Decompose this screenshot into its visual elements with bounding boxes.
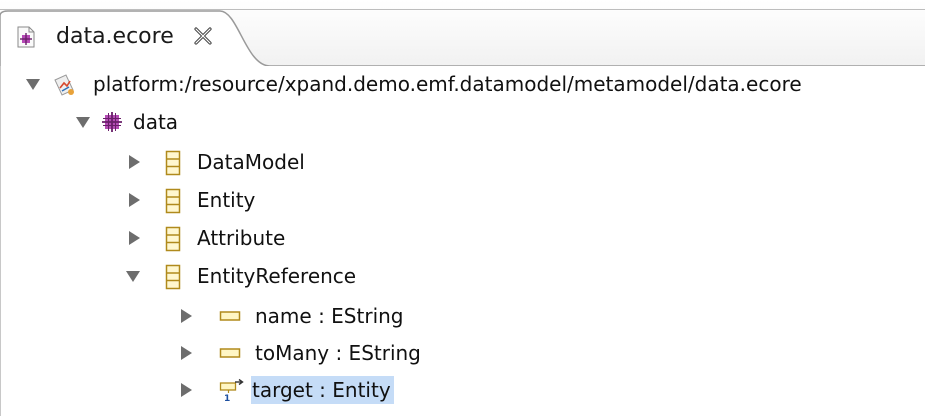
class-label[interactable]: EntityReference <box>197 262 356 290</box>
eattribute-icon <box>219 348 241 358</box>
svg-text:1: 1 <box>224 394 230 404</box>
class-label[interactable]: Attribute <box>197 224 285 252</box>
collapsed-arrow-icon[interactable] <box>126 192 142 208</box>
ecore-editor: data.ecore platform:/resource/xpand.demo… <box>0 0 925 416</box>
resource-icon <box>54 74 74 96</box>
tree-row-package[interactable]: data <box>1 104 925 140</box>
tab-data-ecore[interactable]: data.ecore <box>0 12 256 64</box>
resource-label[interactable]: platform:/resource/xpand.demo.emf.datamo… <box>93 70 802 98</box>
expanded-arrow-icon[interactable] <box>25 76 41 92</box>
ecore-file-icon <box>17 26 35 48</box>
expanded-arrow-icon[interactable] <box>75 114 91 130</box>
collapsed-arrow-icon[interactable] <box>178 345 194 361</box>
tree-row-class[interactable]: Entity <box>1 182 925 218</box>
close-icon[interactable] <box>192 25 214 47</box>
tree-row-feature[interactable]: name : EString <box>1 298 925 334</box>
model-tree: platform:/resource/xpand.demo.emf.datamo… <box>0 66 925 416</box>
ereference-icon: 1 <box>219 378 244 404</box>
class-label[interactable]: Entity <box>197 186 255 214</box>
eclass-icon <box>165 188 181 214</box>
collapsed-arrow-icon[interactable] <box>126 230 142 246</box>
tree-row-class[interactable]: DataModel <box>1 144 925 180</box>
editor-tab-bar: data.ecore <box>0 0 925 67</box>
feature-label[interactable]: target : Entity <box>251 376 394 404</box>
collapsed-arrow-icon[interactable] <box>178 382 194 398</box>
tab-title: data.ecore <box>56 24 174 49</box>
eclass-icon <box>165 226 181 252</box>
package-label[interactable]: data <box>133 108 178 136</box>
class-label[interactable]: DataModel <box>197 148 305 176</box>
tree-row-resource[interactable]: platform:/resource/xpand.demo.emf.datamo… <box>1 66 925 102</box>
tree-row-feature-selected[interactable]: 1 target : Entity <box>1 372 925 408</box>
eclass-icon <box>165 150 181 176</box>
expanded-arrow-icon[interactable] <box>125 268 141 284</box>
feature-label[interactable]: toMany : EString <box>255 339 421 367</box>
epackage-icon <box>102 112 122 132</box>
tree-row-feature[interactable]: toMany : EString <box>1 335 925 371</box>
tree-row-class[interactable]: Attribute <box>1 220 925 256</box>
tree-row-class[interactable]: EntityReference <box>1 258 925 294</box>
eclass-icon <box>165 264 181 290</box>
collapsed-arrow-icon[interactable] <box>178 308 194 324</box>
eattribute-icon <box>219 311 241 321</box>
collapsed-arrow-icon[interactable] <box>126 154 142 170</box>
feature-label[interactable]: name : EString <box>255 302 404 330</box>
